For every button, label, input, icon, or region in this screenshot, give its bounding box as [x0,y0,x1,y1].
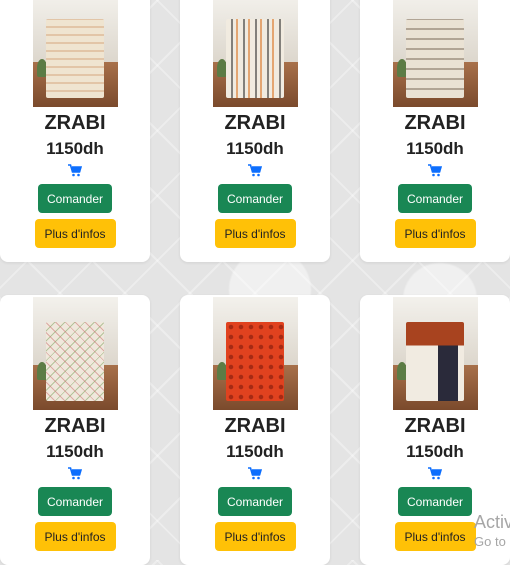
product-name: ZRABI [224,112,286,134]
cart-icon[interactable] [68,162,82,178]
product-name: ZRABI [44,112,106,134]
activation-watermark: Activ Go to [474,512,510,552]
watermark-line-2: Go to [474,534,506,549]
cart-icon[interactable] [428,162,442,178]
more-info-button[interactable]: Plus d'infos [394,522,476,551]
product-price: 1150dh [406,139,464,158]
product-card: ZRABI 1150dh Comander Plus d'infos [0,295,150,565]
product-price: 1150dh [46,139,104,158]
product-price: 1150dh [46,442,104,461]
cart-icon[interactable] [428,465,442,481]
product-name: ZRABI [224,415,286,437]
product-card: ZRABI 1150dh Comander Plus d'infos [360,0,510,262]
more-info-button[interactable]: Plus d'infos [34,219,116,248]
more-info-button[interactable]: Plus d'infos [394,219,476,248]
order-button[interactable]: Comander [37,487,113,516]
product-image[interactable] [212,0,298,107]
order-button[interactable]: Comander [37,184,113,213]
product-price: 1150dh [226,442,284,461]
product-card: ZRABI 1150dh Comander Plus d'infos [0,0,150,262]
more-info-button[interactable]: Plus d'infos [34,522,116,551]
product-name: ZRABI [404,415,466,437]
more-info-button[interactable]: Plus d'infos [214,522,296,551]
product-image[interactable] [392,297,478,410]
product-price: 1150dh [226,139,284,158]
watermark-line-1: Activ [474,512,510,532]
more-info-button[interactable]: Plus d'infos [214,219,296,248]
product-price: 1150dh [406,442,464,461]
cart-icon[interactable] [68,465,82,481]
cart-icon[interactable] [248,465,262,481]
order-button[interactable]: Comander [217,184,293,213]
product-name: ZRABI [404,112,466,134]
order-button[interactable]: Comander [217,487,293,516]
product-image[interactable] [212,297,298,410]
product-name: ZRABI [44,415,106,437]
cart-icon[interactable] [248,162,262,178]
product-image[interactable] [32,297,118,410]
product-card: ZRABI 1150dh Comander Plus d'infos [180,0,330,262]
order-button[interactable]: Comander [397,184,473,213]
product-image[interactable] [392,0,478,107]
order-button[interactable]: Comander [397,487,473,516]
product-card: ZRABI 1150dh Comander Plus d'infos [180,295,330,565]
product-image[interactable] [32,0,118,107]
